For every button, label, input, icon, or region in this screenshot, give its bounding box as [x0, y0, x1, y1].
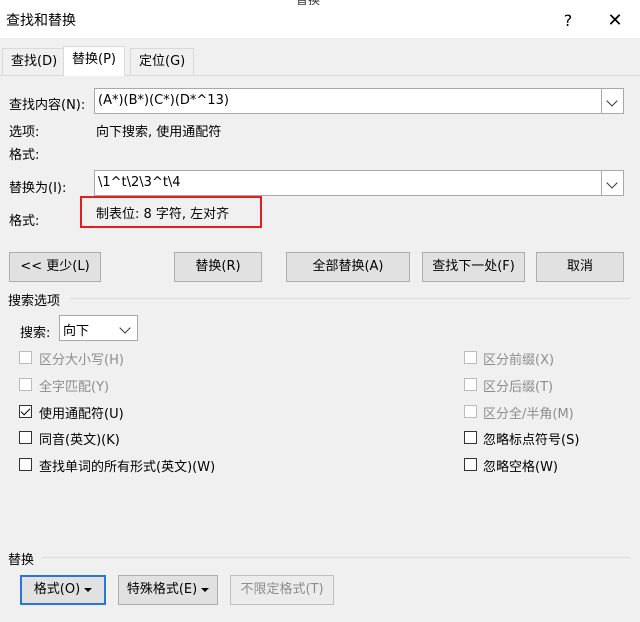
replace-all-button[interactable]: 全部替换(A) [286, 252, 410, 282]
special-button-label: 特殊格式(E) [126, 582, 198, 597]
find-next-button[interactable]: 查找下一处(F) [422, 252, 525, 282]
caret-down-icon [84, 587, 93, 592]
find-label: 查找内容(N): [9, 98, 86, 113]
replace-section-title: 替换 [8, 553, 35, 568]
search-options-title: 搜索选项 [8, 294, 61, 309]
sounds-like-checkbox[interactable] [19, 431, 32, 444]
whole-word-label: 全字匹配(Y) [39, 380, 110, 395]
match-width-label: 区分全/半角(M) [483, 407, 574, 422]
ignore-whitespace-label: 忽略空格(W) [483, 460, 558, 475]
options-label: 选项: [9, 125, 40, 140]
all-word-forms-label: 查找单词的所有形式(英文)(W) [39, 460, 216, 475]
replace-button[interactable]: 替换(R) [174, 252, 262, 282]
wildcards-label: 使用通配符(U) [39, 407, 124, 422]
search-direction-value: 向下 [63, 324, 90, 339]
find-input-value: (A*)(B*)(C*)(D*^13) [98, 93, 229, 108]
match-case-checkbox[interactable] [19, 351, 32, 364]
all-word-forms-checkbox[interactable] [19, 458, 32, 471]
whole-word-checkbox[interactable] [19, 378, 32, 391]
no-formatting-button[interactable]: 不限定格式(T) [230, 575, 334, 605]
match-prefix-label: 区分前缀(X) [483, 353, 555, 368]
chevron-down-icon[interactable] [115, 316, 137, 340]
match-suffix-label: 区分后缀(T) [483, 380, 554, 395]
options-value: 向下搜索, 使用通配符 [96, 125, 222, 140]
cancel-button[interactable]: 取消 [536, 252, 624, 282]
format-button-label: 格式(O) [33, 582, 81, 597]
replace-format-value: 制表位: 8 字符, 左对齐 [96, 207, 230, 222]
find-input[interactable]: (A*)(B*)(C*)(D*^13) [94, 88, 624, 114]
chevron-down-icon[interactable] [601, 89, 623, 113]
replace-input[interactable]: \1^t\2\3^t\4 [94, 170, 624, 196]
chevron-down-icon[interactable] [601, 171, 623, 195]
find-format-label: 格式: [9, 148, 40, 163]
wildcards-checkbox[interactable] [19, 405, 32, 418]
replace-label: 替换为(I): [9, 181, 67, 196]
replace-input-value: \1^t\2\3^t\4 [98, 175, 181, 190]
less-button[interactable]: << 更少(L) [9, 252, 101, 282]
divider [70, 298, 630, 299]
sounds-like-label: 同音(英文)(K) [39, 433, 120, 448]
match-suffix-checkbox[interactable] [464, 378, 477, 391]
format-button[interactable]: 格式(O) [20, 575, 106, 605]
search-direction-select[interactable]: 向下 [59, 315, 138, 341]
ignore-punctuation-checkbox[interactable] [464, 431, 477, 444]
replace-format-label: 格式: [9, 214, 40, 229]
search-direction-label: 搜索: [20, 326, 51, 341]
match-case-label: 区分大小写(H) [39, 353, 124, 368]
match-prefix-checkbox[interactable] [464, 351, 477, 364]
caret-down-icon [201, 587, 210, 592]
special-button[interactable]: 特殊格式(E) [118, 575, 218, 605]
ignore-whitespace-checkbox[interactable] [464, 458, 477, 471]
divider [42, 557, 630, 558]
match-width-checkbox[interactable] [464, 405, 477, 418]
ignore-punctuation-label: 忽略标点符号(S) [483, 433, 580, 448]
